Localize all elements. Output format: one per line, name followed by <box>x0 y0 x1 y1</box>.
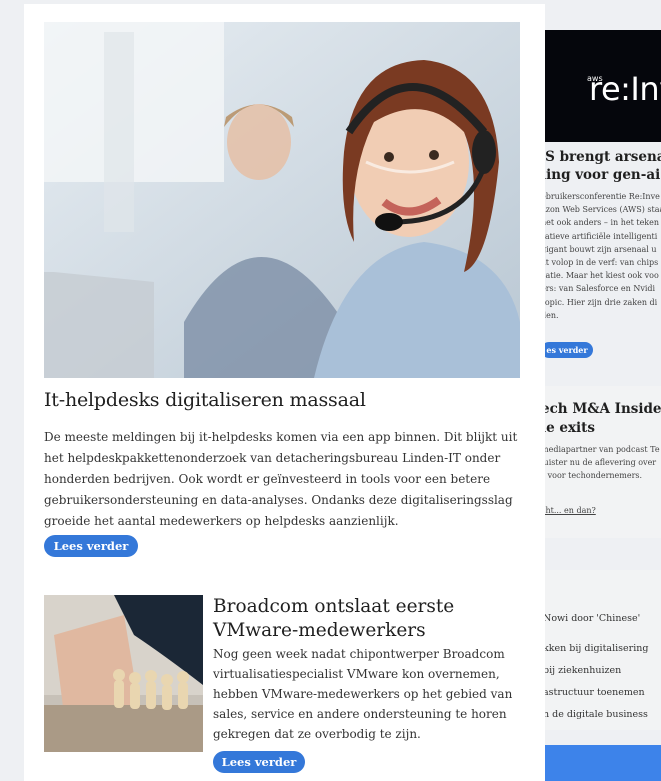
list-item[interactable]: astructuur toenemen <box>545 682 648 704</box>
podcast-promo-text: mediapartner van podcast Te luister nu d… <box>545 445 660 480</box>
hero-article-title[interactable]: It-helpdesks digitaliseren massaal <box>44 389 366 411</box>
broadcom-article-image[interactable] <box>44 595 203 752</box>
list-item[interactable]: n de digitale business <box>545 704 648 726</box>
hero-article-image[interactable] <box>44 22 520 378</box>
list-item[interactable]: kken bij digitalisering <box>545 638 648 660</box>
broadcom-article-title[interactable]: Broadcom ontslaat eerste VMware-medewerk… <box>213 595 533 643</box>
broadcom-article-summary: Nog geen week nadat chipontwerper Broadc… <box>213 647 513 741</box>
hero-read-more-button[interactable]: Lees verder <box>44 535 138 557</box>
podcast-promo-link[interactable]: cht... en dan? <box>545 506 596 515</box>
newsletter-banner[interactable] <box>545 745 661 781</box>
reinvent-logo-text: re:Inve <box>589 70 661 108</box>
podcast-promo-title[interactable]: ech M&A Insider: le exits <box>545 400 661 438</box>
aws-read-more-button[interactable]: es verder <box>545 342 593 358</box>
right-sidebar: aws re:Inve 'S brengt arsenaal ling voor… <box>545 0 661 781</box>
related-articles-list: Nowi door 'Chinese' kken bij digitaliser… <box>545 608 648 726</box>
broadcom-read-more-button[interactable]: Lees verder <box>213 751 305 773</box>
aws-reinvent-image[interactable]: aws re:Inve <box>545 30 661 142</box>
helpdesk-photo <box>44 22 520 378</box>
business-hand-figures-photo <box>44 595 203 752</box>
list-item[interactable]: Nowi door 'Chinese' <box>545 608 648 638</box>
aws-article-summary: ebruikersconferentie Re:Inve azon Web Se… <box>545 192 661 320</box>
list-item[interactable]: bij ziekenhuizen <box>545 660 648 682</box>
hero-article-summary: De meeste meldingen bij it-helpdesks kom… <box>44 430 518 528</box>
aws-article-title[interactable]: 'S brengt arsenaal ling voor gen-ai-ra <box>545 148 661 184</box>
